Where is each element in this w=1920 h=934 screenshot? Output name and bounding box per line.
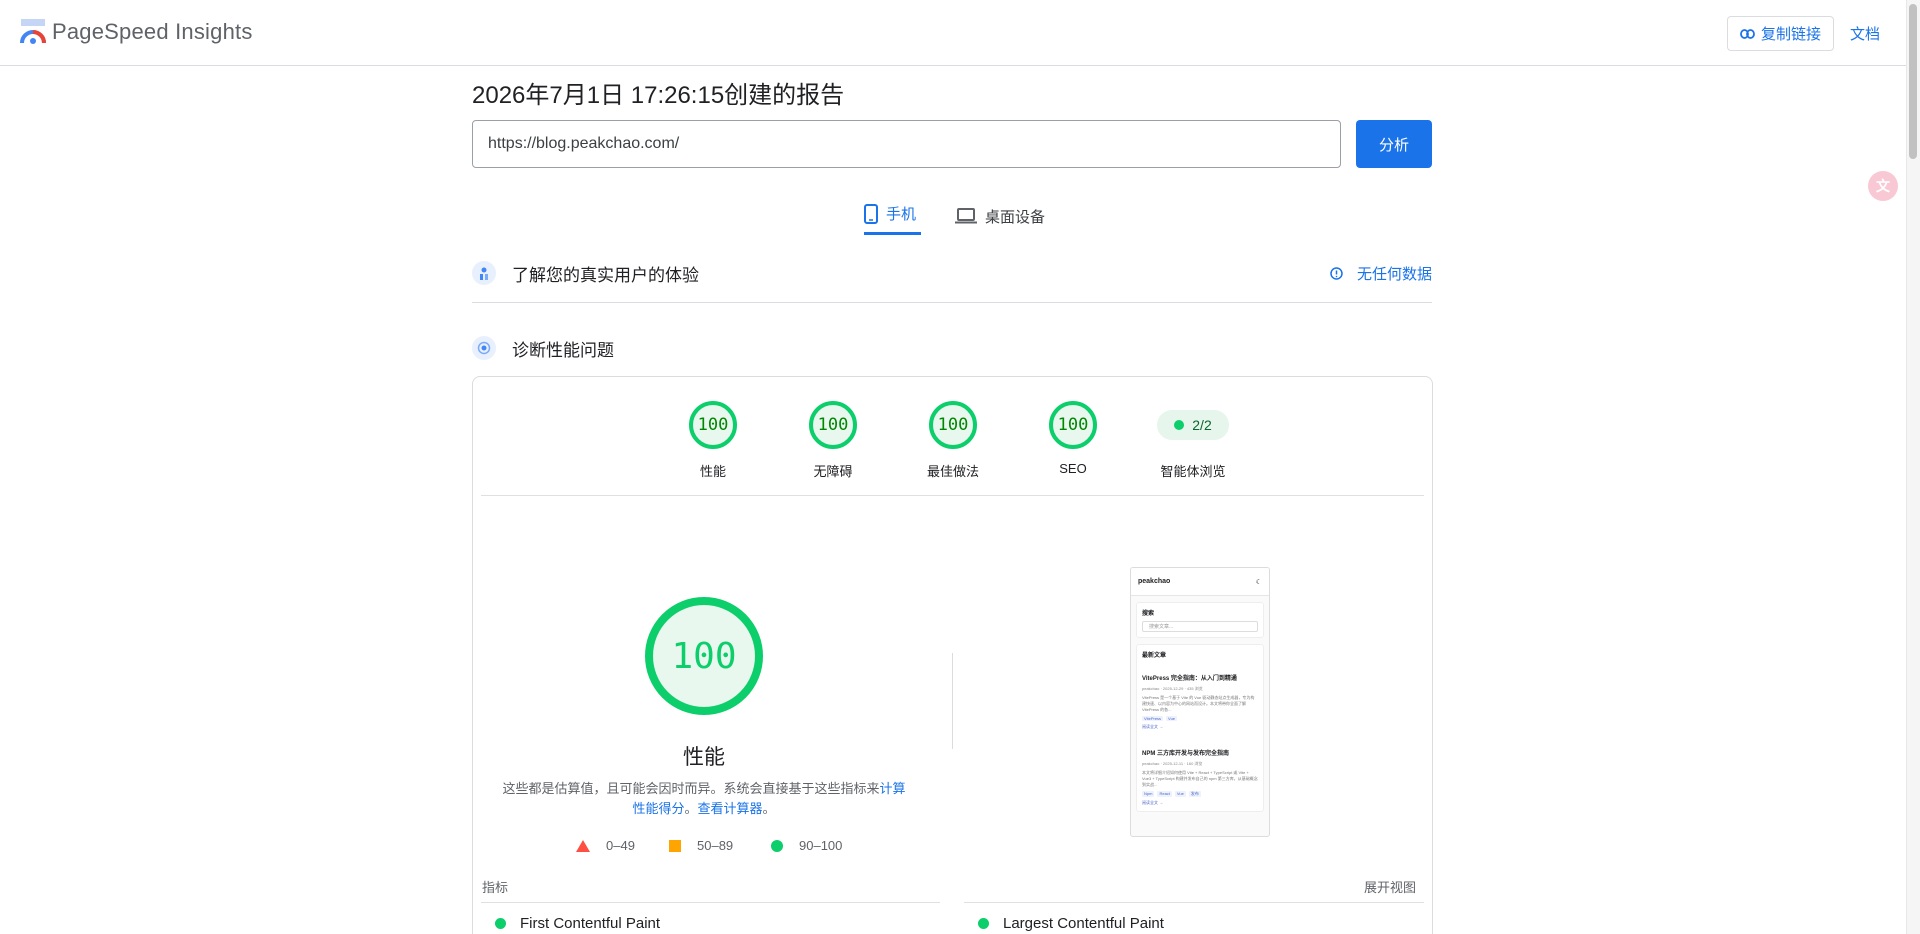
thumb-tag: Vue	[1166, 716, 1178, 721]
info-icon	[1330, 266, 1343, 280]
thumb-search-title: 搜索	[1142, 611, 1155, 617]
performance-score-label: 性能	[699, 464, 726, 479]
pass-circle-icon	[978, 918, 989, 929]
metric-fcp: First Contentful Paint	[495, 915, 660, 932]
thumb-tag: Npm	[1142, 791, 1155, 797]
calculator-link[interactable]: 查看计算器	[698, 801, 763, 816]
tab-desktop-label: 桌面设备	[985, 208, 1046, 226]
top-bar: PageSpeed Insights 复制链接 文档	[0, 0, 1906, 66]
lab-data-label: 诊断性能问题	[512, 340, 614, 360]
performance-main-label: 性能	[683, 746, 725, 769]
thumb-tag: 发布	[1188, 791, 1201, 797]
vertical-separator	[952, 653, 953, 749]
metric-lcp: Largest Contentful Paint	[978, 915, 1164, 932]
accessibility-score-label: 无障碍	[813, 464, 853, 479]
pass-circle-icon	[495, 918, 506, 929]
agent-browsing-badge[interactable]: 2/2	[1157, 410, 1229, 440]
performance-main-gauge: 100	[645, 597, 763, 715]
no-data-link[interactable]: 无任何数据	[1330, 263, 1432, 284]
seo-score-label: SEO	[1059, 461, 1087, 476]
agent-browsing-label: 智能体浏览	[1160, 464, 1226, 479]
average-square-icon	[669, 839, 681, 852]
app-title[interactable]: PageSpeed Insights	[52, 19, 253, 45]
fail-triangle-icon	[576, 839, 590, 852]
thumb-post2-excerpt: 本文将详细介绍如何使用 Vite + React + TypeScript 或 …	[1142, 770, 1258, 787]
metric-divider	[964, 902, 1424, 903]
mobile-icon	[864, 203, 878, 224]
agent-browsing-value: 2/2	[1192, 417, 1212, 433]
tab-desktop[interactable]: 桌面设备	[955, 197, 1045, 235]
scrollbar-thumb[interactable]	[1909, 4, 1917, 159]
metrics-section-label: 指标	[482, 880, 509, 895]
diagnose-icon	[472, 336, 496, 360]
thumb-header: peakchao ☾	[1131, 568, 1269, 596]
thumb-post1-tags: VitePress Vue	[1142, 716, 1258, 721]
legend-pass: 90–100	[771, 838, 842, 853]
panel-divider	[481, 495, 1424, 496]
performance-score-gauge[interactable]: 100	[689, 401, 737, 449]
moon-icon: ☾	[1255, 578, 1262, 586]
thumb-search-card: 搜索 搜索文章...	[1136, 602, 1264, 638]
thumb-site-name: peakchao	[1138, 578, 1171, 585]
pass-dot-icon	[1174, 420, 1185, 430]
thumb-latest-title: 最新文章	[1142, 653, 1167, 659]
expand-view-link[interactable]: 展开视图	[1364, 877, 1416, 896]
users-icon	[472, 261, 496, 285]
thumb-post1-excerpt: VitePress 是一个基于 Vite 的 Vue 驱动静态站点生成器，专为构…	[1142, 695, 1255, 712]
link-icon	[1740, 28, 1755, 39]
copy-link-label: 复制链接	[1760, 26, 1821, 43]
legend-average: 50–89	[669, 838, 733, 853]
performance-disclaimer: 这些都是估算值，且可能会因时而异。系统会直接基于这些指标来计算性能得分。查看计算…	[498, 779, 910, 819]
legend-fail: 0–49	[576, 838, 635, 853]
pagespeed-logo-icon[interactable]	[19, 19, 47, 45]
seo-score-gauge[interactable]: 100	[1049, 401, 1097, 449]
accessibility-score-gauge[interactable]: 100	[809, 401, 857, 449]
section-divider	[472, 302, 1432, 303]
url-input[interactable]	[472, 120, 1341, 168]
laptop-icon	[955, 208, 977, 224]
disclaimer-text: 这些都是估算值，且可能会因时而异。系统会直接基于这些指标来	[502, 781, 880, 796]
thumb-post2-title: NPM 三方库开发与发布完全指南	[1142, 751, 1230, 757]
thumb-tag: Vue	[1174, 791, 1186, 797]
no-data-label: 无任何数据	[1356, 265, 1432, 283]
legend-fail-range: 0–49	[606, 838, 635, 853]
tab-mobile-label: 手机	[886, 206, 917, 223]
disclaimer-end: 。	[762, 801, 776, 816]
thumb-search-input: 搜索文章...	[1142, 621, 1258, 632]
thumb-post1-title: VitePress 完全指南：从入门到精通	[1142, 676, 1237, 682]
thumb-tag: VitePress	[1142, 716, 1164, 721]
field-data-label: 了解您的真实用户的体验	[512, 265, 699, 285]
docs-link[interactable]: 文档	[1850, 23, 1880, 44]
best-practices-score-gauge[interactable]: 100	[929, 401, 977, 449]
thumb-tag: React	[1157, 791, 1172, 797]
legend-average-range: 50–89	[697, 838, 734, 853]
translate-icon[interactable]: 文	[1868, 171, 1898, 201]
metric-lcp-name: Largest Contentful Paint	[1003, 915, 1164, 932]
lab-data-section: 诊断性能问题	[472, 335, 1432, 361]
thumb-post2-meta: peakchao · 2025-12-11 · 160 浏览	[1142, 761, 1203, 766]
thumb-read-more: 阅读全文 →	[1142, 800, 1164, 805]
field-data-section: 了解您的真实用户的体验 无任何数据	[472, 260, 1432, 286]
thumb-posts-card: 最新文章 VitePress 完全指南：从入门到精通 peakchao · 20…	[1136, 644, 1264, 812]
disclaimer-separator: 。	[684, 801, 698, 816]
page-screenshot-thumbnail[interactable]: peakchao ☾ 搜索 搜索文章... 最新文章 VitePress 完全指…	[1130, 567, 1270, 837]
analyze-button[interactable]: 分析	[1356, 120, 1432, 168]
pass-circle-icon	[771, 839, 783, 852]
metric-fcp-name: First Contentful Paint	[520, 915, 661, 932]
best-practices-score-label: 最佳做法	[926, 464, 979, 479]
report-title: 2026年7月1日 17:26:15创建的报告	[472, 82, 845, 109]
legend-pass-range: 90–100	[799, 838, 843, 853]
copy-link-button[interactable]: 复制链接	[1727, 16, 1834, 51]
metric-divider	[481, 902, 940, 903]
thumb-post1-meta: peakchao · 2025-12-29 · 435 浏览	[1142, 686, 1203, 691]
tab-mobile[interactable]: 手机	[864, 197, 921, 235]
thumb-post2-tags: Npm React Vue 发布	[1142, 791, 1258, 797]
